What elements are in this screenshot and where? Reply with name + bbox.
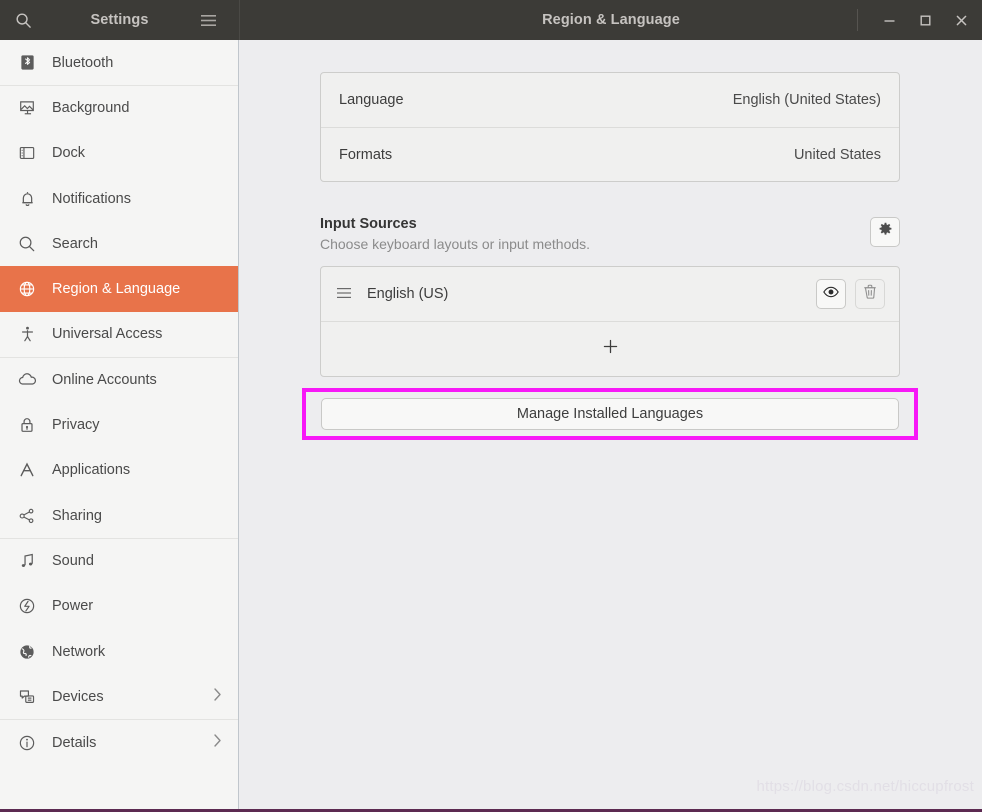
search-icon[interactable] xyxy=(6,3,40,37)
sidebar-item-region-language[interactable]: Region & Language xyxy=(0,266,238,312)
add-input-source-button[interactable] xyxy=(321,322,899,376)
sidebar-item-label: Power xyxy=(52,598,94,615)
close-button[interactable] xyxy=(946,5,976,35)
trash-icon xyxy=(863,284,877,304)
sidebar-item-bluetooth[interactable]: Bluetooth xyxy=(0,40,238,85)
locale-frame: Language English (United States) Formats… xyxy=(320,72,900,182)
sidebar-item-label: Online Accounts xyxy=(52,372,157,389)
power-icon xyxy=(14,597,40,615)
accessibility-icon xyxy=(14,325,40,343)
sidebar-item-label: Background xyxy=(52,100,130,117)
sidebar-item-label: Sound xyxy=(52,553,94,570)
sidebar-item-details[interactable]: Details xyxy=(0,719,238,764)
formats-row[interactable]: Formats United States xyxy=(321,127,899,181)
watermark: https://blog.csdn.net/hiccupfrost xyxy=(756,778,974,795)
eye-icon xyxy=(823,285,839,303)
manage-languages-highlight: Manage Installed Languages xyxy=(302,388,918,440)
language-value: English (United States) xyxy=(732,92,881,108)
sidebar-item-label: Sharing xyxy=(52,507,102,524)
sidebar-item-label: Details xyxy=(52,734,97,751)
input-sources-frame: English (US) xyxy=(320,266,900,377)
gear-icon xyxy=(878,222,893,242)
content-area: Language English (United States) Formats… xyxy=(239,40,982,809)
sidebar-item-label: Applications xyxy=(52,462,131,479)
maximize-button[interactable] xyxy=(910,5,940,35)
sidebar-item-devices[interactable]: Devices xyxy=(0,674,238,719)
input-sources-settings-button[interactable] xyxy=(870,217,900,247)
input-source-preview-button[interactable] xyxy=(816,279,846,309)
sidebar: Bluetooth Background Dock Notifications … xyxy=(0,40,239,809)
chevron-right-icon xyxy=(213,733,222,752)
manage-installed-languages-button[interactable]: Manage Installed Languages xyxy=(321,398,899,430)
sidebar-item-label: Universal Access xyxy=(52,326,163,343)
formats-value: United States xyxy=(793,146,881,163)
input-sources-title: Input Sources xyxy=(320,216,417,232)
hamburger-menu-icon[interactable] xyxy=(191,3,225,37)
input-sources-header: Input Sources Choose keyboard layouts or… xyxy=(320,216,900,252)
window-body: Bluetooth Background Dock Notifications … xyxy=(0,40,982,809)
sidebar-item-sharing[interactable]: Sharing xyxy=(0,493,238,538)
sidebar-item-label: Privacy xyxy=(52,417,100,434)
input-sources-subtitle: Choose keyboard layouts or input methods… xyxy=(320,236,591,252)
notifications-icon xyxy=(14,190,40,208)
sidebar-item-sound[interactable]: Sound xyxy=(0,538,238,583)
sidebar-item-privacy[interactable]: Privacy xyxy=(0,402,238,447)
window-controls xyxy=(874,0,976,40)
sidebar-item-search[interactable]: Search xyxy=(0,221,238,266)
sidebar-item-universal-access[interactable]: Universal Access xyxy=(0,312,238,357)
sidebar-item-label: Region & Language xyxy=(52,281,181,298)
applications-icon xyxy=(14,461,40,479)
page-title: Region & Language xyxy=(542,12,680,28)
globe-icon xyxy=(14,280,40,298)
lock-icon xyxy=(14,416,40,434)
dock-icon xyxy=(14,144,40,162)
search-icon xyxy=(14,235,40,253)
sidebar-item-label: Devices xyxy=(52,688,104,705)
sidebar-item-label: Network xyxy=(52,643,106,660)
header-bar-sidebar-section: Settings xyxy=(0,0,240,40)
input-source-row[interactable]: English (US) xyxy=(321,267,899,322)
sidebar-item-background[interactable]: Background xyxy=(0,85,238,130)
sidebar-item-power[interactable]: Power xyxy=(0,584,238,629)
window-controls-separator xyxy=(857,9,858,31)
sidebar-item-online-accounts[interactable]: Online Accounts xyxy=(0,357,238,402)
background-icon xyxy=(14,99,40,117)
drag-handle-icon[interactable] xyxy=(337,286,353,303)
language-row[interactable]: Language English (United States) xyxy=(321,73,899,127)
sidebar-item-label: Notifications xyxy=(52,190,131,207)
formats-label: Formats xyxy=(339,146,393,163)
share-icon xyxy=(14,507,40,525)
settings-window: Settings Region & Language Bluetooth Bac… xyxy=(0,0,982,812)
input-source-remove-button[interactable] xyxy=(855,279,885,309)
sidebar-item-label: Dock xyxy=(52,145,86,162)
info-icon xyxy=(14,734,40,752)
sound-icon xyxy=(14,552,40,570)
header-bar-content-section: Region & Language xyxy=(240,0,982,40)
sidebar-item-label: Search xyxy=(52,235,98,252)
language-label: Language xyxy=(339,92,404,108)
devices-icon xyxy=(14,688,40,705)
input-source-name: English (US) xyxy=(367,286,449,302)
chevron-right-icon xyxy=(213,687,222,706)
sidebar-item-applications[interactable]: Applications xyxy=(0,448,238,493)
cloud-icon xyxy=(14,372,40,388)
region-language-panel: Language English (United States) Formats… xyxy=(320,72,900,377)
sidebar-item-label: Bluetooth xyxy=(52,54,114,71)
bluetooth-icon xyxy=(14,54,40,71)
sidebar-item-network[interactable]: Network xyxy=(0,629,238,674)
network-icon xyxy=(14,643,40,661)
header-bar: Settings Region & Language xyxy=(0,0,982,40)
input-sources-header-text: Input Sources Choose keyboard layouts or… xyxy=(320,216,590,252)
sidebar-item-dock[interactable]: Dock xyxy=(0,131,238,176)
sidebar-item-notifications[interactable]: Notifications xyxy=(0,176,238,221)
minimize-button[interactable] xyxy=(874,5,904,35)
plus-icon xyxy=(602,338,619,360)
